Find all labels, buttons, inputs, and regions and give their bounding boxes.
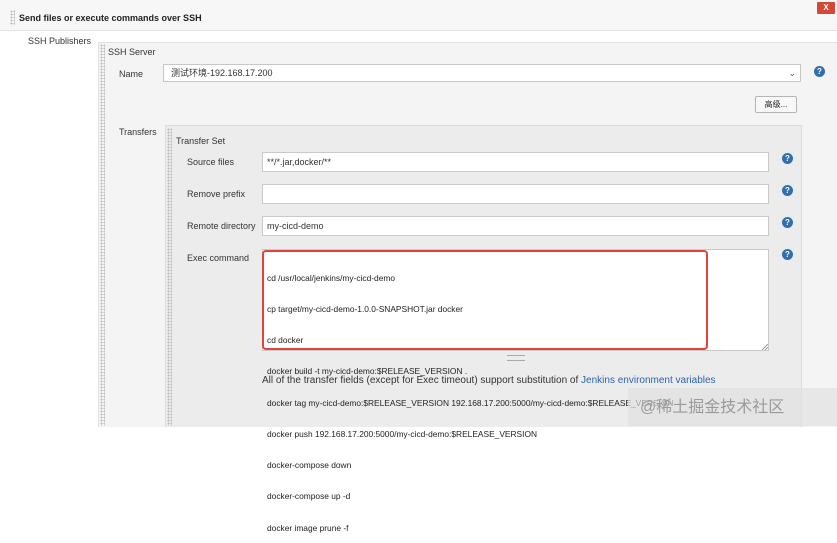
exec-line: cd docker bbox=[267, 335, 304, 346]
ssh-server-drag-grip-icon[interactable] bbox=[100, 44, 105, 426]
source-files-input[interactable]: **/*.jar,docker/** bbox=[262, 152, 769, 172]
exec-line: docker-compose down bbox=[267, 460, 352, 471]
remove-prefix-input[interactable] bbox=[262, 184, 769, 204]
section-title: Send files or execute commands over SSH bbox=[19, 13, 202, 23]
name-select-value: 测试环境-192.168.17.200 bbox=[171, 68, 273, 78]
remote-directory-help-icon[interactable]: ? bbox=[782, 217, 793, 228]
ssh-server-heading: SSH Server bbox=[108, 47, 156, 57]
transfer-set-drag-grip-icon[interactable] bbox=[167, 128, 172, 426]
exec-line: cd /usr/local/jenkins/my-cicd-demo bbox=[267, 272, 395, 283]
name-help-icon[interactable]: ? bbox=[814, 66, 825, 77]
remove-prefix-label: Remove prefix bbox=[187, 189, 246, 199]
chevron-down-icon: ⌄ bbox=[788, 68, 796, 78]
drag-grip-icon[interactable] bbox=[10, 10, 15, 25]
remote-directory-input[interactable]: my-cicd-demo bbox=[262, 216, 769, 236]
textarea-expand-handle[interactable] bbox=[507, 355, 525, 361]
close-button[interactable]: X bbox=[817, 2, 835, 14]
jenkins-env-vars-link[interactable]: Jenkins environment variables bbox=[581, 375, 716, 386]
transfer-fields-note: All of the transfer fields (except for E… bbox=[262, 375, 716, 386]
remote-directory-label: Remote directory bbox=[187, 221, 256, 231]
transfer-set-heading: Transfer Set bbox=[176, 136, 226, 146]
watermark-text: @稀土掘金技术社区 bbox=[640, 399, 785, 416]
exec-command-help-icon[interactable]: ? bbox=[782, 249, 793, 260]
footnote-text: All of the transfer fields (except for E… bbox=[262, 375, 582, 386]
advanced-button[interactable]: 高级... bbox=[755, 96, 797, 113]
source-files-help-icon[interactable]: ? bbox=[782, 153, 793, 164]
exec-command-label: Exec command bbox=[187, 253, 250, 263]
name-label: Name bbox=[119, 69, 144, 79]
name-select[interactable]: 测试环境-192.168.17.200 ⌄ bbox=[163, 64, 801, 82]
section-header: Send files or execute commands over SSH … bbox=[0, 0, 837, 31]
exec-line: docker-compose up -d bbox=[267, 491, 351, 502]
exec-line: docker push 192.168.17.200:5000/my-cicd-… bbox=[267, 428, 538, 439]
exec-line: cp target/my-cicd-demo-1.0.0-SNAPSHOT.ja… bbox=[267, 304, 463, 315]
transfers-label: Transfers bbox=[119, 127, 157, 137]
source-files-label: Source files bbox=[187, 157, 235, 167]
ssh-publishers-label: SSH Publishers bbox=[28, 36, 92, 46]
exec-line: docker tag my-cicd-demo:$RELEASE_VERSION… bbox=[267, 397, 674, 408]
exec-command-lines: cd /usr/local/jenkins/my-cicd-demo cp ta… bbox=[267, 252, 673, 543]
remove-prefix-help-icon[interactable]: ? bbox=[782, 185, 793, 196]
exec-line: docker image prune -f bbox=[267, 522, 349, 533]
textarea-resize-icon[interactable] bbox=[761, 343, 768, 350]
